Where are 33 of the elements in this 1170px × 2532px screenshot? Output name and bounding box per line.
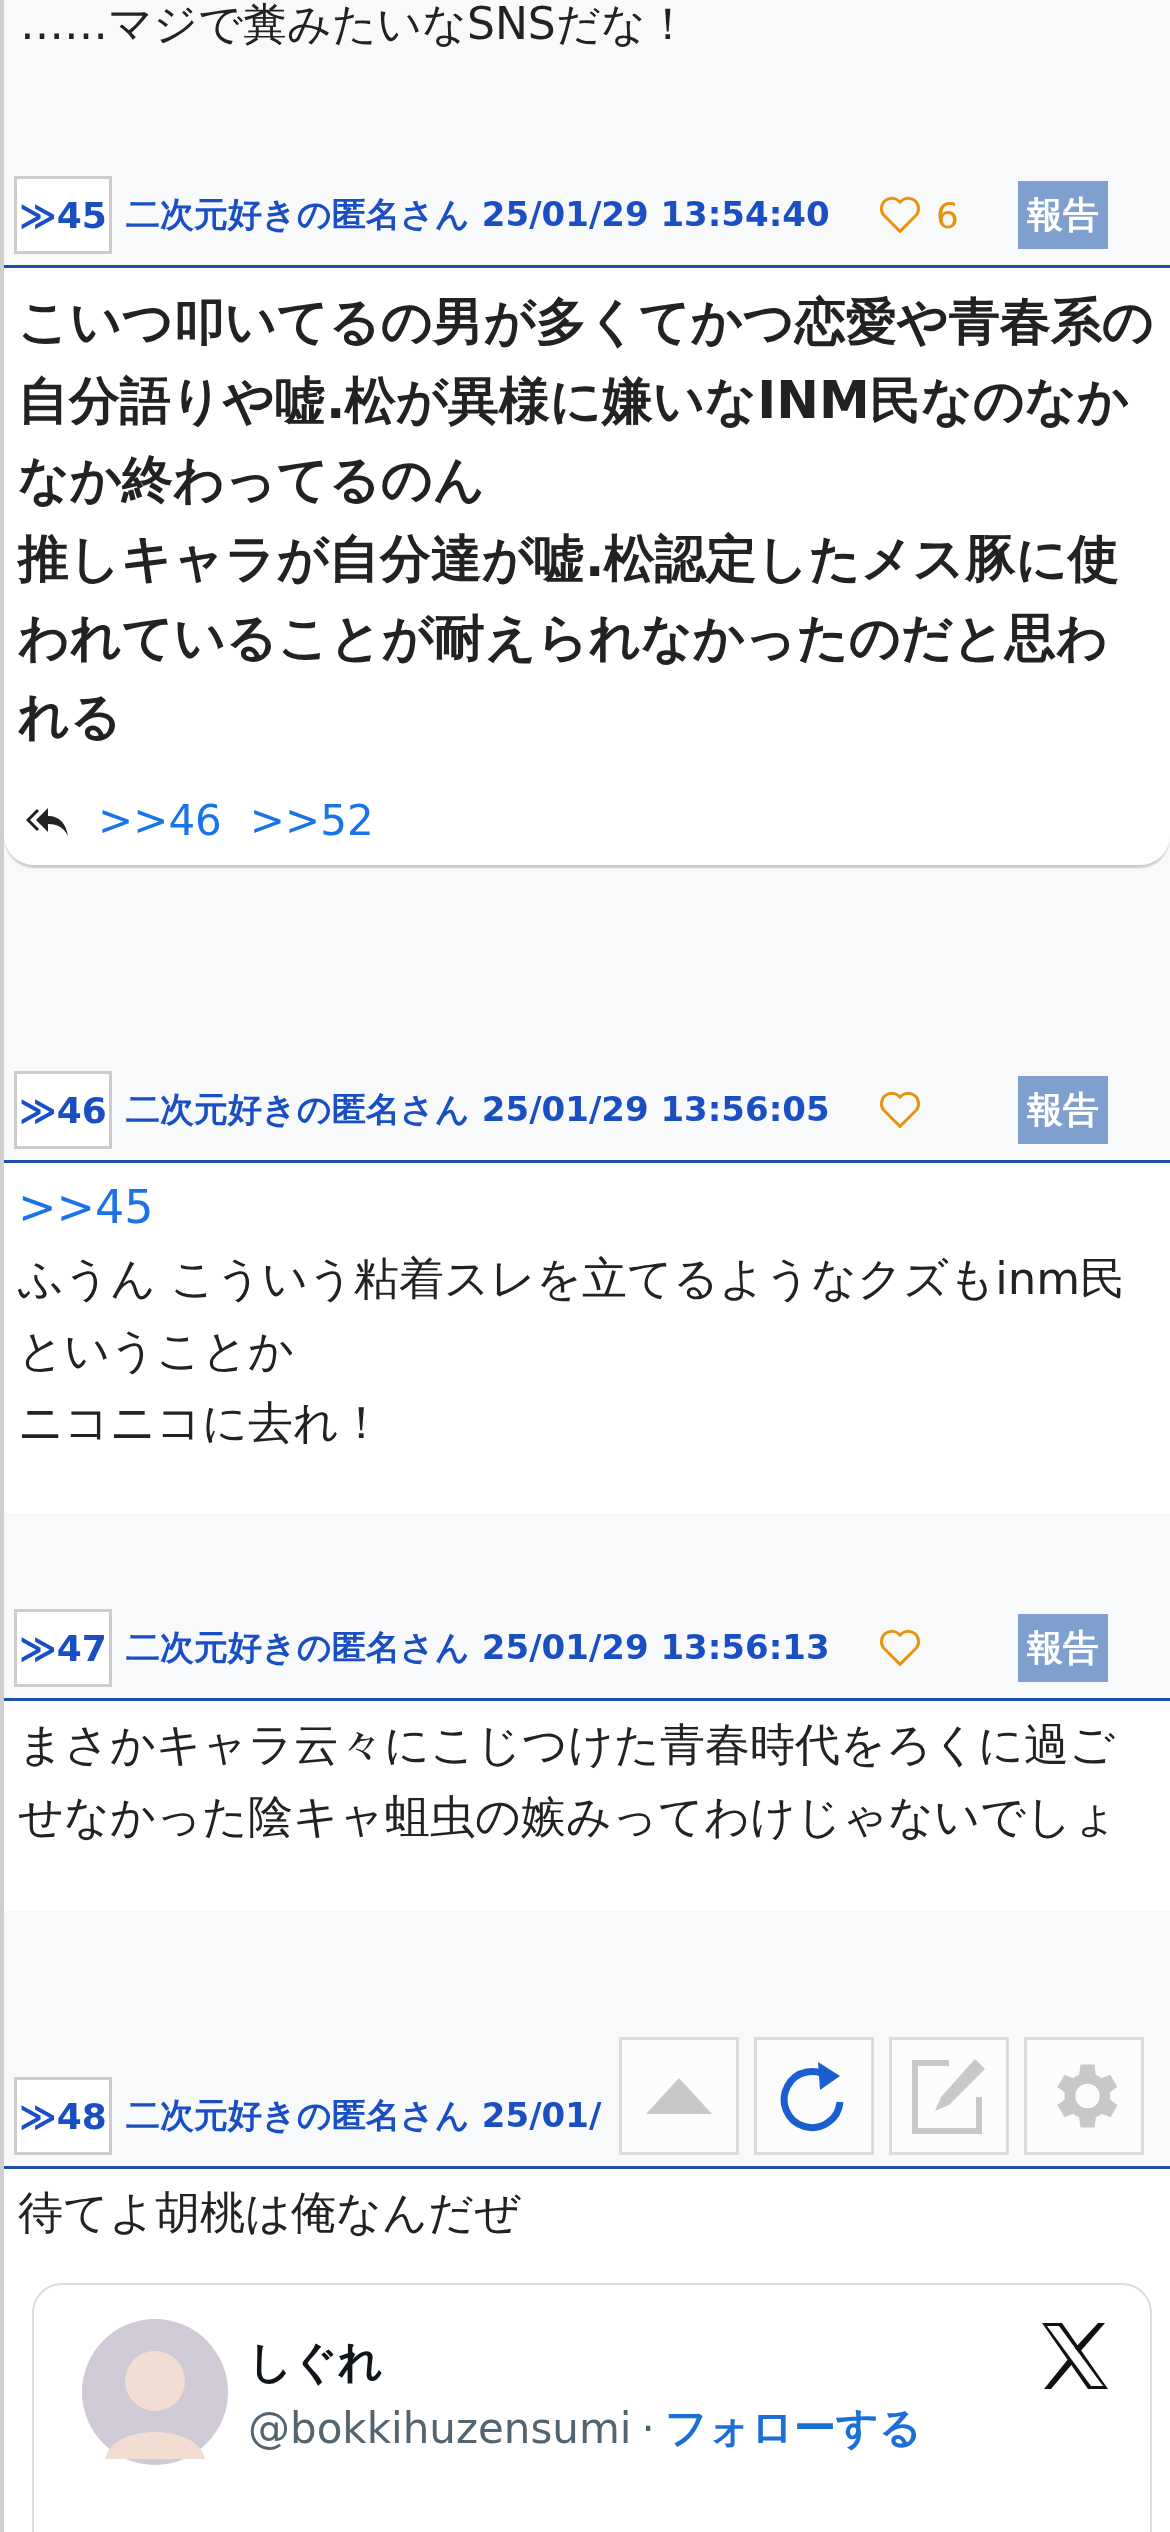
post-number-link[interactable]: ≫46 [14, 1071, 112, 1149]
heart-icon [878, 1090, 922, 1130]
post-text: こいつ叩いてるの男が多くてかつ恋愛や青春系の自分語りや嘘.松が異様に嫌いなINM民なのなかなか終わってるのん [18, 291, 1155, 511]
post-text: ……マジで糞みたいなSNSだな！ [20, 0, 691, 49]
reply-link[interactable]: >>46 [98, 796, 222, 845]
embed-author-handle: @bokkihuzensumi [248, 2403, 632, 2453]
heart-icon [878, 195, 922, 235]
follow-link[interactable]: フォローする [664, 2400, 922, 2456]
post-author-date: 二次元好きの匿名さん 25/01/29 13:56:13 [126, 1626, 830, 1669]
post-number-link[interactable]: ≫47 [14, 1609, 112, 1687]
x-logo-icon [1040, 2323, 1110, 2389]
report-button[interactable]: 報告 [1018, 181, 1108, 249]
reply-link[interactable]: >>52 [249, 796, 374, 845]
post-text: ふうん こういう粘着スレを立てるようなクズもinm民ということか [18, 1251, 1127, 1379]
heart-icon [878, 1628, 922, 1668]
up-arrow-icon [644, 2076, 714, 2116]
post-text: まさかキャラ云々にこじつけた青春時代をろくに過ごせなかった陰キャ蛆虫の嫉みってわけじゃないでしょ [18, 1717, 1119, 1845]
post-author-date: 二次元好きの匿名さん 25/01/29 13:54:40 [126, 193, 830, 236]
post-author-date: 二次元好きの匿名さん 25/01/29 13:56:05 [126, 1088, 830, 1131]
post-text: 推しキャラが自分達が嘘.松認定したメス豚に使われていることが耐えられなかったのだと思われる [18, 528, 1121, 748]
refresh-button[interactable] [754, 2037, 874, 2155]
post-author-date: 二次元好きの匿名さん 25/01/ [126, 2094, 602, 2137]
like-count: 6 [936, 194, 959, 236]
post-number-link[interactable]: ≫48 [14, 2077, 112, 2155]
post-number-link[interactable]: ≫45 [14, 176, 112, 254]
like-button[interactable]: 6 [878, 194, 998, 236]
report-button[interactable]: 報告 [1018, 1614, 1108, 1682]
post-text: ニコニコに去れ！ [18, 1395, 385, 1451]
separator-dot: · [641, 2403, 655, 2453]
report-button[interactable]: 報告 [1018, 1076, 1108, 1144]
reply-anchor-link[interactable]: >>45 [18, 1171, 1156, 1243]
post-text: 待てよ胡桃は俺なんだぜ [18, 2185, 522, 2241]
embed-author-name: しぐれ [248, 2335, 384, 2389]
